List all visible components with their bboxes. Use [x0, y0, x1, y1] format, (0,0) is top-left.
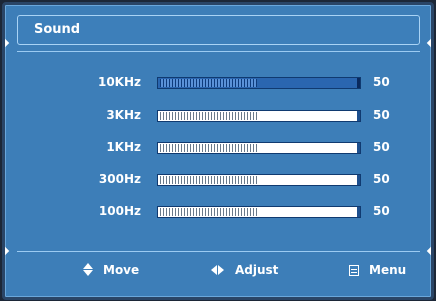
move-label: Move: [103, 263, 140, 277]
slider-thumb[interactable]: [357, 78, 360, 88]
key-hint-bar: Move Adjust Menu: [5, 257, 431, 293]
top-divider: [17, 51, 420, 52]
slider-thumb[interactable]: [357, 143, 360, 153]
band-label: 100Hz: [98, 204, 141, 218]
left-right-arrows-icon: [211, 265, 225, 275]
band-slider[interactable]: [157, 77, 361, 89]
bottom-divider: [17, 251, 420, 252]
slider-thumb[interactable]: [357, 207, 360, 217]
corner-ornament-icon: [426, 246, 431, 256]
menu-icon: [349, 264, 359, 276]
band-label: 1KHz: [106, 140, 141, 154]
corner-ornament-icon: [5, 246, 10, 256]
title-bar: Sound: [17, 15, 420, 45]
band-row-300hz[interactable]: 300Hz 50: [5, 170, 431, 190]
sound-osd-panel: Sound 10KHz 50 3KHz 50 1KHz 50 300Hz 50: [2, 2, 434, 300]
slider-fill: [160, 79, 257, 87]
slider-fill: [160, 176, 257, 184]
band-row-3khz[interactable]: 3KHz 50: [5, 106, 431, 126]
menu-label: Menu: [369, 263, 407, 277]
band-value: 50: [373, 172, 390, 186]
band-slider[interactable]: [157, 206, 361, 218]
slider-fill: [160, 144, 257, 152]
corner-ornament-icon: [5, 38, 10, 48]
band-row-10khz[interactable]: 10KHz 50: [5, 73, 431, 93]
band-slider[interactable]: [157, 142, 361, 154]
slider-thumb[interactable]: [357, 111, 360, 121]
band-value: 50: [373, 140, 390, 154]
adjust-hint: Adjust: [211, 263, 278, 277]
slider-fill: [160, 112, 257, 120]
adjust-label: Adjust: [235, 263, 279, 277]
band-value: 50: [373, 75, 390, 89]
band-slider[interactable]: [157, 174, 361, 186]
band-label: 10KHz: [97, 75, 141, 89]
corner-ornament-icon: [426, 38, 431, 48]
band-row-1khz[interactable]: 1KHz 50: [5, 138, 431, 158]
menu-hint: Menu: [349, 263, 406, 277]
slider-fill: [160, 208, 257, 216]
band-slider[interactable]: [157, 110, 361, 122]
slider-thumb[interactable]: [357, 175, 360, 185]
band-row-100hz[interactable]: 100Hz 50: [5, 202, 431, 222]
page-title: Sound: [34, 22, 81, 37]
band-value: 50: [373, 204, 390, 218]
band-value: 50: [373, 108, 390, 122]
band-label: 3KHz: [106, 108, 141, 122]
band-label: 300Hz: [98, 172, 141, 186]
up-down-arrows-icon: [83, 263, 93, 277]
move-hint: Move: [83, 263, 139, 277]
